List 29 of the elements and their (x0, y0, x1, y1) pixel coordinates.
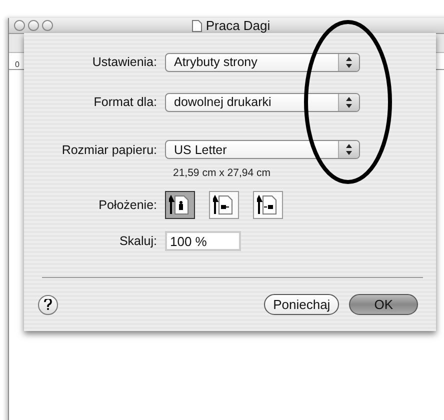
orientation-label: Położenie: (98, 198, 157, 212)
page-orientation-icon (169, 195, 191, 215)
orientation-button[interactable] (209, 191, 239, 219)
window-control-button[interactable] (42, 20, 53, 31)
popup-label: Ustawienia: (91, 55, 157, 69)
page-orientation-icon (213, 195, 235, 215)
scale-field[interactable]: 100 % (165, 231, 241, 251)
ruler-label: 0 (15, 60, 20, 69)
window-title: Praca Dagi (206, 18, 270, 33)
popup-menu[interactable]: dowolnej drukarki (165, 92, 360, 112)
stepper-arrows-icon (338, 141, 359, 158)
popup-label: Rozmiar papieru: (60, 142, 157, 156)
ok-button[interactable]: OK (349, 294, 418, 315)
popup-label: Format dla: (92, 95, 157, 109)
orientation-button[interactable] (165, 191, 195, 219)
popup-menu[interactable]: US Letter (165, 140, 360, 159)
scale-label: Skaluj: (118, 234, 157, 248)
document-icon (192, 20, 202, 32)
orientation-button[interactable] (253, 191, 283, 219)
popup-menu[interactable]: Atrybuty strony (165, 52, 360, 72)
help-icon (44, 299, 52, 310)
cancel-button[interactable]: Poniechaj (264, 294, 340, 315)
window-control-button[interactable] (14, 20, 25, 31)
window-control-button[interactable] (28, 20, 39, 31)
paper-size-text: 21,59 cm x 27,94 cm (172, 167, 272, 179)
stepper-arrows-icon (338, 94, 359, 110)
help-button[interactable] (38, 294, 58, 314)
page-orientation-icon (257, 195, 279, 215)
stepper-arrows-icon (338, 54, 359, 70)
